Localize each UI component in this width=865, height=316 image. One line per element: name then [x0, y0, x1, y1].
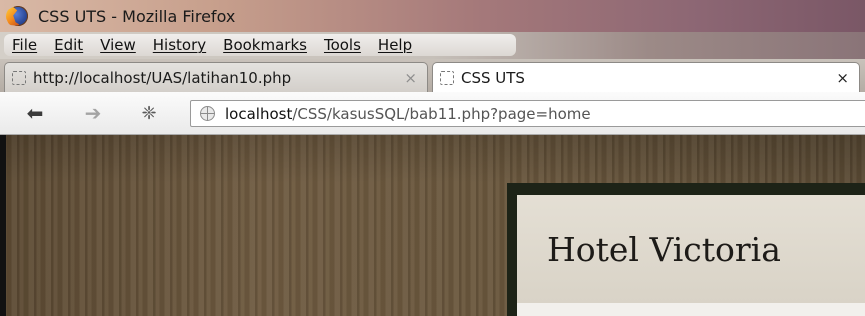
- tab-css-uts[interactable]: CSS UTS ×: [432, 62, 860, 92]
- address-bar[interactable]: localhost/CSS/kasusSQL/bab11.php?page=ho…: [190, 100, 865, 127]
- globe-icon: [200, 106, 215, 121]
- reload-icon[interactable]: ❈: [136, 101, 162, 125]
- forward-arrow-icon[interactable]: ➔: [80, 101, 106, 125]
- menu-bar: File Edit View History Bookmarks Tools H…: [0, 32, 865, 59]
- url-path: /CSS/kasusSQL/bab11.php?page=home: [292, 104, 591, 123]
- menu-edit[interactable]: Edit: [54, 36, 83, 54]
- menu-history[interactable]: History: [153, 36, 206, 54]
- title-bar[interactable]: CSS UTS - Mozilla Firefox: [0, 0, 865, 32]
- menu-tools[interactable]: Tools: [324, 36, 361, 54]
- menu-bookmarks[interactable]: Bookmarks: [223, 36, 307, 54]
- menu-items-container: File Edit View History Bookmarks Tools H…: [4, 34, 516, 56]
- window-title: CSS UTS - Mozilla Firefox: [38, 6, 236, 26]
- menu-file[interactable]: File: [12, 36, 37, 54]
- close-icon[interactable]: ×: [836, 69, 849, 87]
- page-container: Hotel Victoria: [507, 183, 865, 316]
- firefox-logo-icon: [8, 6, 28, 26]
- menu-help[interactable]: Help: [378, 36, 412, 54]
- page-placeholder-icon: [12, 70, 26, 85]
- close-icon[interactable]: ×: [404, 69, 417, 87]
- tab-title: CSS UTS: [461, 68, 525, 87]
- page-placeholder-icon: [440, 70, 454, 85]
- page-title: Hotel Victoria: [547, 229, 781, 269]
- navigation-toolbar: ⬅ ➔ ❈ localhost/CSS/kasusSQL/bab11.php?p…: [0, 92, 865, 135]
- left-border: [0, 135, 6, 316]
- url-host: localhost: [225, 104, 293, 123]
- page-viewport: Hotel Victoria: [0, 135, 865, 316]
- tab-latihan10[interactable]: http://localhost/UAS/latihan10.php ×: [4, 62, 428, 92]
- tab-strip: http://localhost/UAS/latihan10.php × CSS…: [0, 59, 865, 92]
- browser-window: CSS UTS - Mozilla Firefox File Edit View…: [0, 0, 865, 316]
- tab-title: http://localhost/UAS/latihan10.php: [33, 68, 292, 87]
- background-shade: [0, 135, 865, 183]
- menu-view[interactable]: View: [100, 36, 136, 54]
- page-body: [517, 303, 865, 316]
- page-header: Hotel Victoria: [517, 195, 865, 303]
- back-arrow-icon[interactable]: ⬅: [22, 101, 48, 125]
